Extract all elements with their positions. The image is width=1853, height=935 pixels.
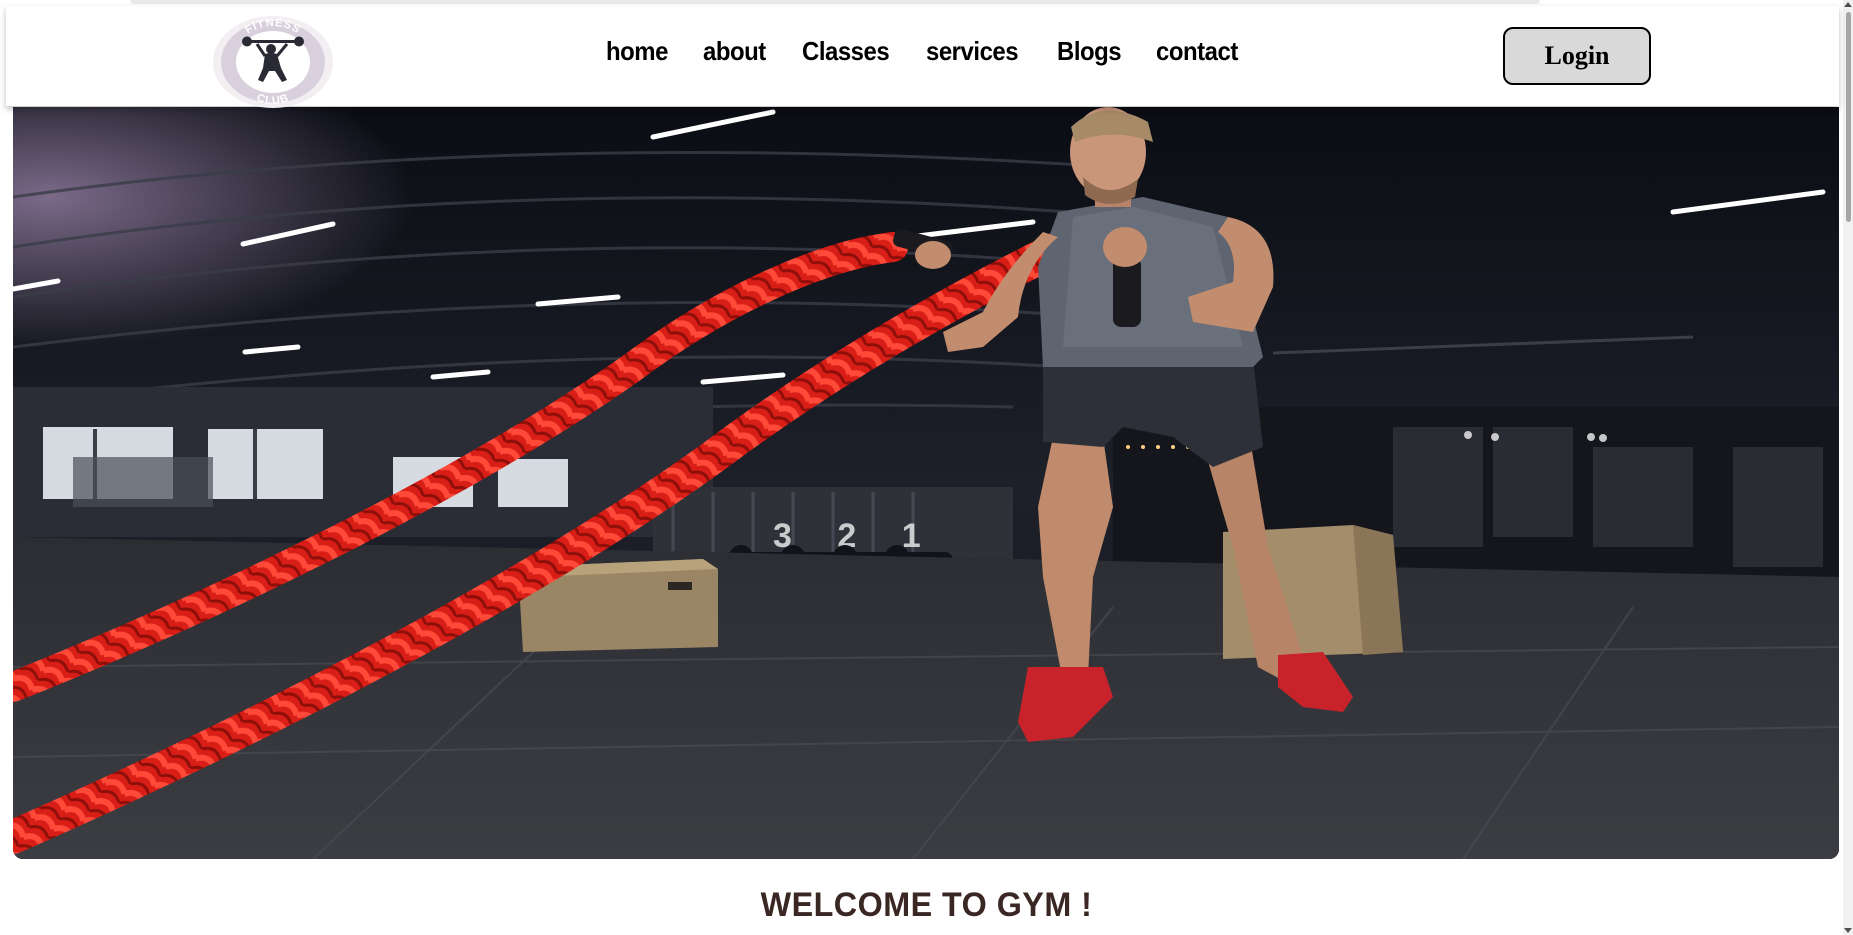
scroll-thumb[interactable] [1846, 12, 1851, 222]
login-button[interactable]: Login [1503, 27, 1651, 85]
fitness-club-logo[interactable]: FITNESS CLUB [211, 14, 335, 110]
page-scrollbar[interactable] [1843, 0, 1853, 935]
nav-classes[interactable]: Classes [802, 36, 890, 67]
nav-contact[interactable]: contact [1156, 36, 1238, 67]
navbar: FITNESS CLUB home about Classes services… [6, 6, 1839, 108]
hero-banner: 3 2 1 [13, 107, 1839, 859]
nav-about[interactable]: about [703, 36, 766, 67]
main-nav: home about Classes services Blogs contac… [606, 36, 1245, 67]
page: FITNESS CLUB home about Classes services… [0, 0, 1853, 935]
nav-blogs[interactable]: Blogs [1057, 36, 1122, 67]
scroll-up-icon[interactable] [1844, 2, 1852, 7]
logo-icon: FITNESS CLUB [213, 16, 333, 108]
scroll-down-icon[interactable] [1844, 928, 1852, 933]
top-strip [130, 0, 1540, 4]
welcome-heading: WELCOME TO GYM ! [760, 886, 1093, 924]
hero-image: 3 2 1 [13, 107, 1839, 859]
nav-services[interactable]: services [926, 36, 1019, 67]
nav-home[interactable]: home [606, 36, 668, 67]
